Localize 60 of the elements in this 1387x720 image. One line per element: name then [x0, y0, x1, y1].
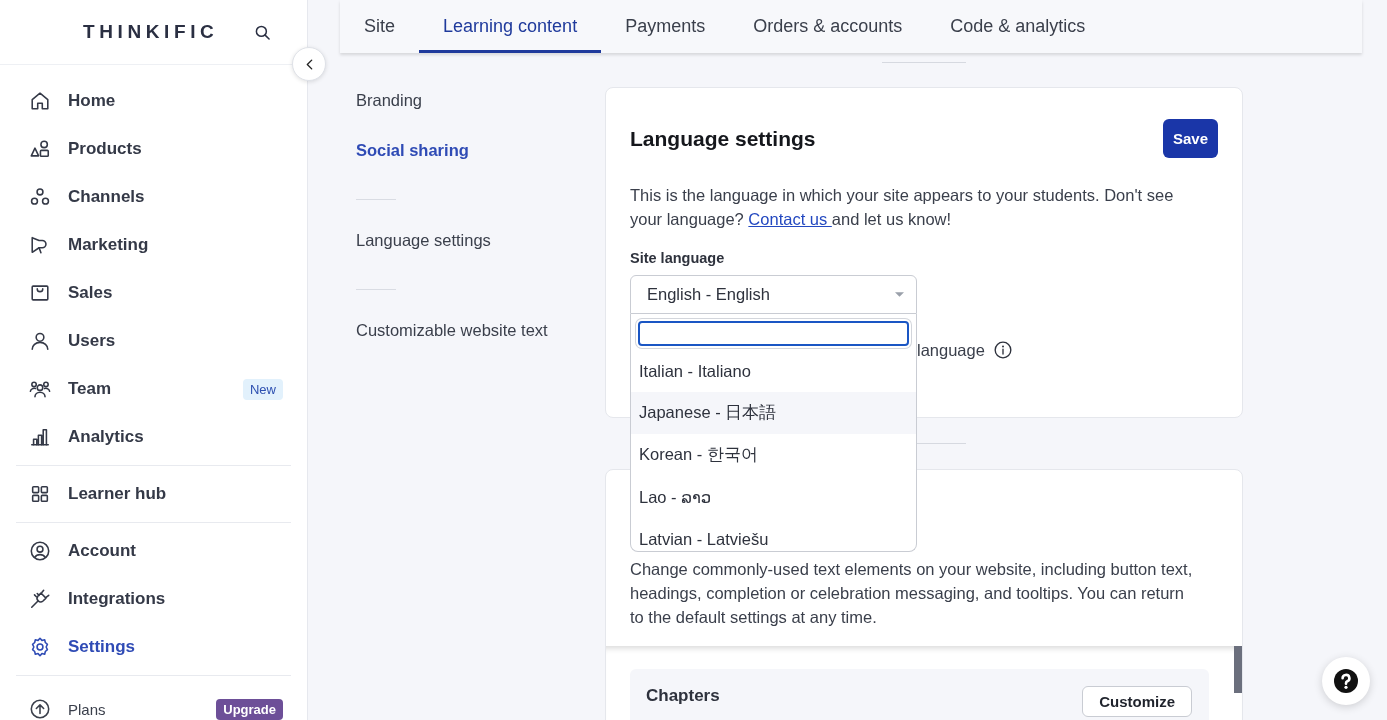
- arrow-up-circle-icon: [29, 698, 51, 720]
- bag-icon: [29, 282, 51, 304]
- dropdown-option[interactable]: Italian - Italiano: [631, 350, 916, 392]
- subnav-item[interactable]: Language settings: [356, 215, 605, 265]
- card-title: Language settings: [630, 126, 816, 151]
- tab[interactable]: Learning content: [419, 0, 602, 53]
- save-button[interactable]: Save: [1162, 119, 1218, 158]
- dropdown-option[interactable]: Japanese - 日本語: [631, 392, 916, 434]
- settings-icon: [29, 636, 51, 658]
- option-label: language: [917, 340, 985, 361]
- dropdown-option[interactable]: Latvian - Latviešu: [631, 518, 916, 551]
- house-icon: [29, 90, 51, 112]
- contact-link[interactable]: Contact us: [748, 210, 832, 228]
- nav-item[interactable]: Account: [0, 527, 307, 575]
- person-icon: [29, 330, 51, 352]
- dropdown-search-field[interactable]: [638, 321, 909, 346]
- info-icon: [993, 341, 1012, 359]
- upgrade-badge[interactable]: Upgrade: [216, 698, 283, 720]
- shapes-icon: [29, 138, 51, 160]
- user-circle-icon: [29, 540, 51, 562]
- section-title: Chapters: [646, 685, 720, 707]
- nav-item[interactable]: Team New: [0, 365, 307, 413]
- new-badge: New: [243, 378, 283, 400]
- nav-item[interactable]: Products: [0, 125, 307, 173]
- subnav-item[interactable]: Customizable website text: [356, 305, 605, 355]
- nav-item[interactable]: Users: [0, 317, 307, 365]
- tab[interactable]: Orders & accounts: [729, 0, 927, 53]
- nav-item[interactable]: Analytics: [0, 413, 307, 461]
- customize-button[interactable]: Customize: [1082, 686, 1192, 717]
- plans-link[interactable]: Plans: [29, 698, 106, 720]
- subnav-item[interactable]: Social sharing: [356, 125, 605, 175]
- help-icon: [1334, 669, 1358, 693]
- caret-icon: [895, 292, 904, 297]
- bar-chart-icon: [29, 426, 51, 448]
- nav-item[interactable]: Channels: [0, 173, 307, 221]
- logo: THINKIFIC: [83, 21, 219, 43]
- scrollbar-thumb[interactable]: [1234, 646, 1242, 693]
- grid-icon: [29, 483, 51, 505]
- plug-icon: [29, 588, 51, 610]
- language-select[interactable]: English - English: [630, 275, 917, 314]
- nav-item[interactable]: Integrations: [0, 575, 307, 623]
- nav-item[interactable]: Home: [0, 77, 307, 125]
- tab[interactable]: Code & analytics: [926, 0, 1110, 53]
- card-description: This is the language in which your site appears to your students. Don't see your language? Contact us and let us know!: [630, 185, 1175, 230]
- circles-icon: [29, 186, 51, 208]
- subnav-item[interactable]: Branding: [356, 75, 605, 125]
- chevron-left-icon: [305, 58, 313, 70]
- tab[interactable]: Payments: [601, 0, 730, 53]
- nav-item[interactable]: Settings: [0, 623, 307, 671]
- help-button[interactable]: [1322, 657, 1370, 705]
- card-description: Change commonly-used text elements on your website, including button text, headings, completion or celebration messaging, and tooltips. You can return to the default settings at any time.: [630, 559, 1194, 628]
- search-icon[interactable]: [255, 24, 270, 40]
- nav-item[interactable]: Marketing: [0, 221, 307, 269]
- nav-item[interactable]: Learner hub: [0, 470, 307, 518]
- dropdown-option[interactable]: Korean - 한국어: [631, 434, 916, 476]
- nav-item[interactable]: Sales: [0, 269, 307, 317]
- dropdown-option[interactable]: Lao - ລາວ: [631, 476, 916, 518]
- people-icon: [29, 378, 51, 400]
- field-label: Site language: [630, 249, 726, 268]
- tab[interactable]: Site: [340, 0, 420, 53]
